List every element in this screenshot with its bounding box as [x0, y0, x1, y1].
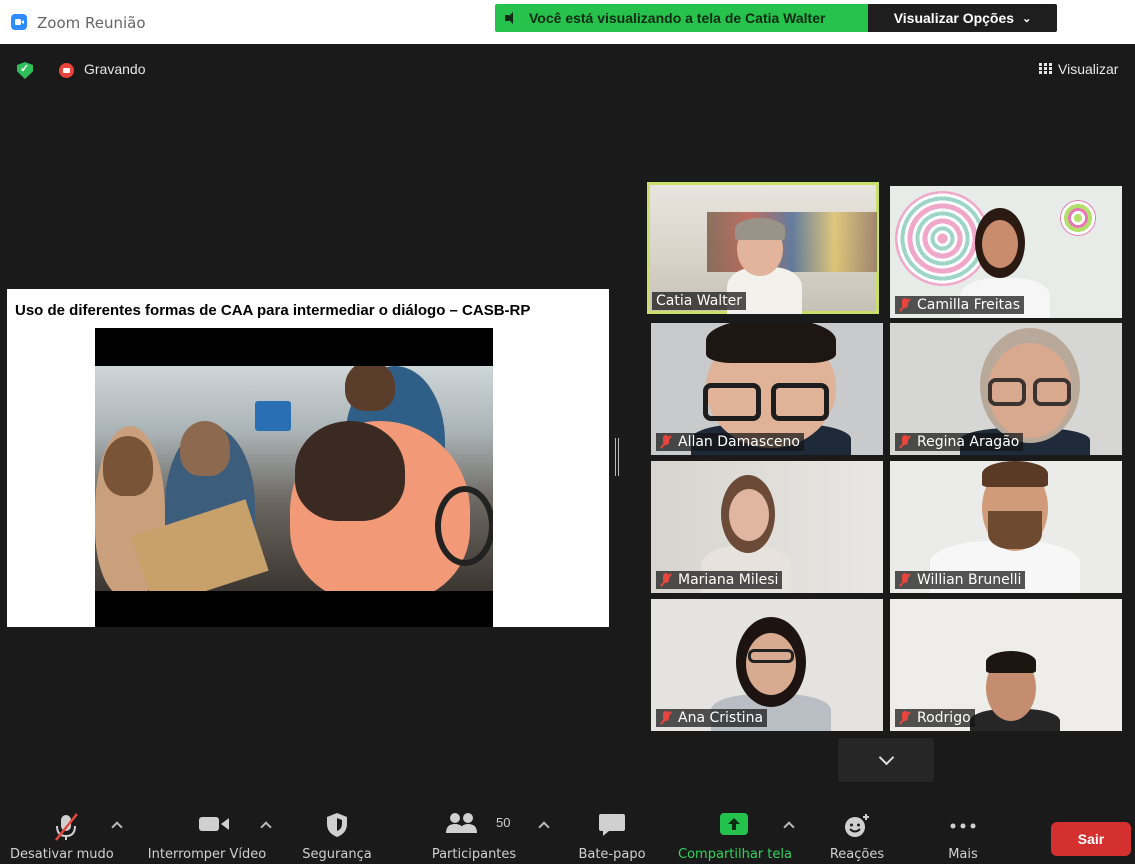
participant-name: Mariana Milesi	[678, 572, 779, 588]
mic-muted-icon	[899, 298, 911, 312]
window-title: Zoom Reunião	[37, 14, 146, 32]
participants-button[interactable]: 50 Participantes	[420, 798, 528, 864]
chat-bubble-icon	[599, 814, 625, 836]
mic-muted-icon	[899, 435, 911, 449]
view-options-label: Visualizar Opções	[893, 10, 1015, 26]
chevron-down-icon: ⌄	[1022, 12, 1032, 25]
participant-name: Camilla Freitas	[917, 297, 1021, 313]
reactions-button[interactable]: Reações	[818, 798, 896, 864]
participants-label: Participantes	[431, 847, 517, 862]
participant-name: Ana Cristina	[678, 710, 764, 726]
participant-name-tag: Regina Aragão	[895, 433, 1024, 451]
share-screen-arrow-icon	[720, 813, 748, 835]
microphone-muted-icon	[55, 813, 78, 841]
share-screen-button[interactable]: Compartilhar tela	[670, 798, 800, 864]
participant-tile[interactable]: Rodrigo	[890, 599, 1122, 731]
screen-share-banner: Você está visualizando a tela de Catia W…	[495, 4, 868, 32]
mic-muted-icon	[899, 711, 911, 725]
view-options-button[interactable]: Visualizar Opções ⌄	[868, 4, 1057, 32]
participant-name-tag: Camilla Freitas	[895, 296, 1025, 314]
participant-tile[interactable]: Camilla Freitas	[890, 186, 1122, 318]
security-shield-icon	[327, 813, 347, 837]
grid-icon	[1039, 63, 1052, 75]
encryption-shield-icon[interactable]	[17, 62, 33, 79]
participant-name-tag: Rodrigo	[895, 709, 975, 727]
zoom-meeting-window: { "window": { "title": "Zoom Reunião" },…	[0, 0, 1135, 864]
title-bar: Zoom Reunião Você está visualizando a te…	[0, 0, 1135, 44]
share-screen-label: Compartilhar tela	[678, 847, 792, 862]
chat-button[interactable]: Bate-papo	[566, 798, 658, 864]
mic-muted-icon	[660, 435, 672, 449]
audio-options-caret[interactable]	[112, 820, 122, 830]
mic-muted-icon	[660, 711, 672, 725]
meeting-toolbar: Desativar mudo Interromper Vídeo Seguran…	[0, 798, 1135, 864]
unmute-label: Desativar mudo	[10, 847, 114, 862]
leave-label: Sair	[1077, 831, 1105, 847]
shared-screen: Uso de diferentes formas de CAA para int…	[7, 289, 609, 627]
zoom-app-icon	[11, 14, 27, 30]
participant-tile[interactable]: Mariana Milesi	[651, 461, 883, 593]
video-camera-icon	[199, 817, 229, 831]
unmute-button[interactable]: Desativar mudo	[0, 798, 132, 864]
leave-meeting-button[interactable]: Sair	[1051, 822, 1131, 856]
next-page-button[interactable]	[838, 738, 934, 782]
participant-name-tag: Ana Cristina	[656, 709, 768, 727]
security-button[interactable]: Segurança	[290, 798, 384, 864]
share-banner-text: Você está visualizando a tela de Catia W…	[529, 10, 826, 26]
recording-icon	[59, 63, 74, 78]
participant-tile[interactable]: Catia Walter	[647, 182, 879, 314]
participants-icon	[446, 813, 477, 833]
participant-tile[interactable]: Regina Aragão	[890, 323, 1122, 455]
recording-label[interactable]: Gravando	[84, 61, 145, 77]
share-options-caret[interactable]	[784, 820, 794, 830]
video-options-caret[interactable]	[261, 820, 271, 830]
more-button[interactable]: Mais	[920, 798, 1006, 864]
participant-name: Willian Brunelli	[917, 572, 1022, 588]
emoji-reaction-icon	[845, 814, 869, 837]
slide-title: Uso de diferentes formas de CAA para int…	[15, 302, 531, 319]
participant-name: Regina Aragão	[917, 434, 1020, 450]
participant-name-tag: Allan Damasceno	[656, 433, 804, 451]
reactions-label: Reações	[829, 847, 885, 862]
participant-name-tag: Catia Walter	[652, 292, 747, 310]
video-frame-image	[95, 366, 493, 591]
slide-video	[95, 328, 493, 627]
participant-tile[interactable]: Ana Cristina	[651, 599, 883, 731]
participant-name-tag: Mariana Milesi	[656, 571, 783, 589]
more-label: Mais	[948, 847, 978, 862]
stop-video-button[interactable]: Interromper Vídeo	[132, 798, 282, 864]
splitter-handle[interactable]	[615, 438, 619, 476]
participants-count: 50	[496, 815, 511, 830]
view-layout-label: Visualizar	[1058, 61, 1119, 77]
speaker-icon	[505, 11, 519, 25]
mic-muted-icon	[660, 573, 672, 587]
participant-name-tag: Willian Brunelli	[895, 571, 1026, 589]
participant-name: Allan Damasceno	[678, 434, 800, 450]
mic-muted-icon	[899, 573, 911, 587]
participant-name: Rodrigo	[917, 710, 971, 726]
more-dots-icon	[950, 823, 976, 829]
participant-name: Catia Walter	[656, 293, 743, 309]
stop-video-label: Interromper Vídeo	[147, 847, 267, 862]
participant-tile[interactable]: Allan Damasceno	[651, 323, 883, 455]
participant-tile[interactable]: Willian Brunelli	[890, 461, 1122, 593]
chevron-down-icon	[878, 749, 894, 765]
participants-options-caret[interactable]	[539, 820, 549, 830]
security-label: Segurança	[302, 847, 372, 862]
view-layout-button[interactable]: Visualizar	[1039, 61, 1118, 77]
chat-label: Bate-papo	[578, 847, 646, 862]
